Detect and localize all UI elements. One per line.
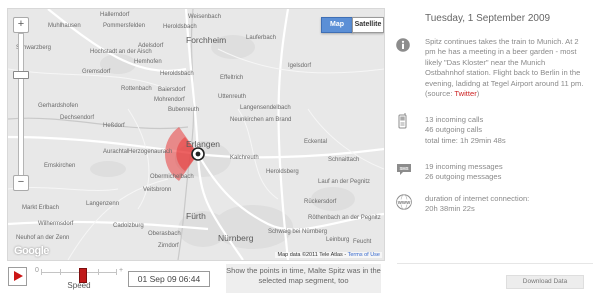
google-logo: Google — [14, 245, 49, 257]
map-place-label: Lauf an der Pegnitz — [318, 179, 371, 185]
terms-of-use-link[interactable]: Terms of Use — [348, 252, 380, 258]
map-place-label: Neuhof an der Zenn — [16, 235, 70, 241]
speed-tick — [98, 269, 99, 275]
internet-duration: 20h 38min 22s — [425, 204, 475, 214]
phone-icon — [398, 113, 407, 129]
map-place-label: Mohrendorf — [154, 97, 185, 103]
map-area[interactable]: Hallerndorf Weisenbach Muhlhausen Pommer… — [7, 8, 385, 261]
internet-label: duration of internet connection: — [425, 194, 530, 203]
map-place-label: Dechsendorf — [60, 115, 95, 121]
map-place-label: Rückersdorf — [304, 199, 337, 205]
speed-tick — [60, 269, 61, 275]
map-place-label: Fürth — [186, 211, 206, 221]
map-attribution: Map data ©2011 Tele Atlas - Terms of Use — [275, 252, 382, 258]
map-place-label: Markt Erlbach — [22, 205, 60, 211]
map-place-label: Leinburg — [326, 237, 350, 243]
play-button[interactable] — [8, 267, 27, 286]
speed-max-label: + — [119, 267, 124, 274]
map-place-label: Nürnberg — [218, 233, 254, 243]
description-end: ) — [476, 89, 480, 99]
incoming-messages: 19 incoming messages — [425, 162, 503, 171]
map-place-label: Röthenbach an der Pegnitz — [308, 215, 381, 221]
map-view-button[interactable]: Map — [321, 17, 353, 33]
source-link[interactable]: Twitter — [454, 89, 476, 98]
map-place-label: Heroldsbach — [160, 71, 194, 77]
map-place-label: Effeltrich — [220, 75, 244, 81]
day-description: Spitz continues takes the train to Munic… — [425, 37, 585, 99]
map-place-label: Zirndorf — [158, 243, 179, 249]
map-place-label: Herzogenaurach — [128, 149, 173, 155]
map-place-label: Heroldsberg — [266, 169, 299, 175]
map-place-label: Kalchreuth — [230, 155, 259, 161]
map-place-label: Baiersdorf — [158, 87, 186, 93]
map-place-label: Gerhardshofen — [38, 103, 79, 109]
zoom-control: + − — [13, 17, 29, 193]
map-place-label: Oberasbach — [148, 231, 181, 237]
description-text: Spitz continues takes the train to Munic… — [425, 37, 584, 99]
map-place-label: Hochstadt an der Aisch — [90, 49, 152, 55]
panel-divider — [397, 263, 593, 264]
map-place-label: Schwaig bei Nürnberg — [268, 229, 328, 235]
sms-icon: SMS — [397, 164, 411, 175]
map-place-label: Muhlhausen — [48, 23, 81, 29]
map-place-label: Rottenbach — [121, 86, 152, 92]
map-place-label: Obermichelbach — [150, 174, 194, 180]
info-icon — [396, 38, 410, 52]
map-place-label: Langensendelbach — [240, 105, 291, 111]
map-place-label: Veitsbronn — [143, 187, 172, 193]
total-call-time: total time: 1h 29min 48s — [425, 135, 506, 145]
www-icon: WWW — [396, 194, 412, 210]
map-place-label: Pommersfelden — [103, 23, 146, 29]
map-place-label: Uttenreuth — [218, 94, 247, 100]
speed-min-label: 0 — [35, 267, 39, 274]
map-place-label: Neunkirchen am Brand — [230, 117, 292, 123]
map-place-label: Gremsdorf — [82, 69, 111, 75]
map-place-label: Bubenreuth — [168, 107, 200, 113]
map-place-label: Aurachtal — [103, 149, 129, 155]
sms-icon-label: SMS — [399, 166, 408, 171]
map-place-label: Langenzenn — [86, 201, 120, 207]
www-icon-label: WWW — [398, 200, 411, 205]
map-place-label: Emskirchen — [44, 163, 76, 169]
map-place-label: Heßdorf — [103, 123, 125, 129]
map-place-label: Hallerndorf — [100, 12, 130, 18]
outgoing-messages: 26 outgoing messages — [425, 172, 502, 182]
zoom-in-button[interactable]: + — [13, 17, 29, 33]
map-place-label: Wilhermsdorf — [38, 221, 74, 227]
map-data-credit: Map data ©2011 Tele Atlas - — [277, 252, 348, 258]
zoom-slider-track[interactable] — [18, 33, 24, 177]
zoom-out-button[interactable]: − — [13, 175, 29, 191]
map-place-label: Weisenbach — [188, 14, 221, 20]
day-heading: Tuesday, 1 September 2009 — [425, 13, 551, 24]
speed-tick — [116, 269, 117, 275]
map-place-label: Eckental — [304, 139, 328, 145]
satellite-view-button[interactable]: Satellite — [352, 17, 384, 33]
map-place-label: Schnaittach — [328, 157, 360, 163]
current-time-display: 01 Sep 09 06:44 — [128, 271, 210, 287]
internet-summary: duration of internet connection: 20h 38m… — [425, 194, 585, 215]
map-place-label: Heroldsbach — [163, 24, 197, 30]
zoom-slider-thumb[interactable] — [13, 71, 29, 80]
map-place-label: Adelsdorf — [138, 43, 164, 49]
map-place-label: Lauferbach — [246, 35, 277, 41]
time-filter-hint[interactable]: Show the points in time, Malte Spitz was… — [226, 264, 381, 293]
outgoing-calls: 46 outgoing calls — [425, 125, 482, 135]
calls-summary: 13 incoming calls 46 outgoing calls tota… — [425, 115, 585, 146]
map-place-label: Hemhofen — [134, 59, 162, 65]
speed-tick — [41, 269, 42, 275]
map-place-label: Feucht — [353, 239, 372, 245]
map-place-label: Erlangen — [186, 139, 221, 149]
incoming-calls: 13 incoming calls — [425, 115, 484, 124]
speed-label: Speed — [67, 281, 91, 290]
messages-summary: 19 incoming messages 26 outgoing message… — [425, 162, 585, 183]
map-place-label: Forchheim — [186, 35, 227, 45]
map-place-label: Igelsdorf — [288, 63, 312, 69]
download-data-button[interactable]: Download Data — [506, 275, 584, 289]
map-place-label: Cadolzburg — [113, 223, 144, 229]
